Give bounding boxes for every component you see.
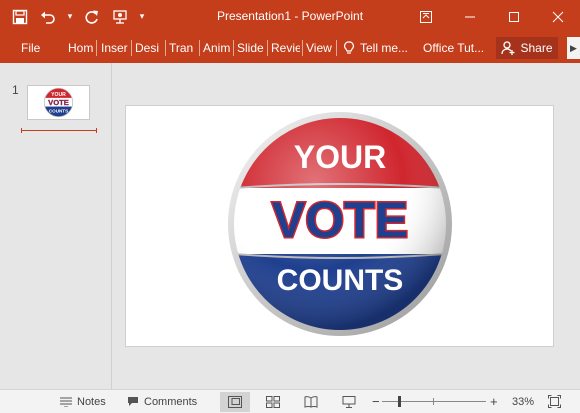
tab-separator xyxy=(233,40,234,56)
slide-show-button[interactable] xyxy=(334,392,364,412)
redo-icon[interactable] xyxy=(80,5,104,29)
zoom-in-button[interactable]: + xyxy=(490,390,498,413)
reading-view-icon xyxy=(304,396,318,408)
from-beginning-icon[interactable] xyxy=(108,5,132,29)
ribbon-expand-icon[interactable]: ▶ xyxy=(567,37,580,59)
tab-separator xyxy=(131,40,132,56)
tab-file[interactable]: File xyxy=(21,33,43,63)
tab-slide-show[interactable]: Slide xyxy=(237,33,265,63)
svg-text:YOUR: YOUR xyxy=(51,92,66,98)
zoom-slider-midmark xyxy=(433,398,434,405)
notes-label: Notes xyxy=(77,395,106,408)
comments-button[interactable]: Comments xyxy=(127,390,197,413)
share-button[interactable]: Share xyxy=(496,37,558,59)
slide-number: 1 xyxy=(12,83,19,97)
slide-thumbnail-pane: 1 YOUR VOTE COUNTS xyxy=(0,63,112,389)
window-controls xyxy=(404,0,580,33)
close-icon[interactable] xyxy=(536,0,580,33)
undo-icon[interactable] xyxy=(36,5,60,29)
badge-text-counts: COUNTS xyxy=(277,264,404,297)
tab-separator xyxy=(199,40,200,56)
quick-access-toolbar: ▾ ▾ xyxy=(8,0,148,33)
slide-sorter-button[interactable] xyxy=(258,392,288,412)
zoom-out-button[interactable]: − xyxy=(372,390,380,413)
badge-text-your: YOUR xyxy=(294,139,386,175)
tab-separator xyxy=(96,40,97,56)
ribbon-display-options-icon[interactable] xyxy=(404,0,448,33)
svg-text:VOTE: VOTE xyxy=(48,98,69,107)
slide-show-icon xyxy=(342,396,356,408)
tell-me-label: Tell me... xyxy=(360,41,409,55)
slide-sorter-icon xyxy=(266,396,280,408)
status-bar: Notes Comments − + 33% xyxy=(0,389,580,413)
tell-me-box[interactable]: Tell me... xyxy=(343,33,408,63)
tab-separator xyxy=(267,40,268,56)
tab-design[interactable]: Desi xyxy=(135,33,162,63)
tab-separator xyxy=(336,40,337,56)
vote-badge-thumbnail: YOUR VOTE COUNTS xyxy=(43,87,74,118)
tab-home[interactable]: Hom xyxy=(68,33,93,63)
comment-icon xyxy=(128,397,138,406)
slide-thumbnail[interactable]: YOUR VOTE COUNTS xyxy=(27,85,90,120)
tab-animations[interactable]: Anim xyxy=(203,33,231,63)
lightbulb-icon xyxy=(344,41,354,54)
comments-label: Comments xyxy=(144,395,198,408)
title-bar: ▾ ▾ Presentation1 - PowerPoint xyxy=(0,0,580,33)
tab-view[interactable]: View xyxy=(306,33,334,63)
reading-view-button[interactable] xyxy=(296,392,326,412)
tab-office-tut[interactable]: Office Tut... xyxy=(423,33,484,63)
maximize-icon[interactable] xyxy=(492,0,536,33)
tab-transitions[interactable]: Tran xyxy=(169,33,196,63)
notes-icon xyxy=(60,397,72,407)
svg-text:COUNTS: COUNTS xyxy=(49,108,68,113)
tab-separator xyxy=(302,40,303,56)
customize-qat-icon[interactable]: ▾ xyxy=(136,11,148,22)
normal-view-button[interactable] xyxy=(220,392,250,412)
undo-dropdown-icon[interactable]: ▾ xyxy=(64,11,76,22)
slide-edit-area: YOUR VOTE COUNTS xyxy=(113,63,580,389)
vote-badge-image[interactable]: YOUR VOTE COUNTS xyxy=(222,106,458,342)
fit-to-window-icon xyxy=(548,395,561,408)
tab-insert[interactable]: Inser xyxy=(101,33,129,63)
share-person-icon xyxy=(501,41,515,55)
slide-canvas[interactable]: YOUR VOTE COUNTS xyxy=(125,105,554,347)
ribbon-tabs: File Hom Inser Desi Tran Anim Slide Revi… xyxy=(0,33,580,63)
notes-button[interactable]: Notes xyxy=(60,390,106,413)
normal-view-icon xyxy=(228,396,242,408)
save-icon[interactable] xyxy=(8,5,32,29)
tab-separator xyxy=(165,40,166,56)
zoom-level[interactable]: 33% xyxy=(512,390,534,413)
zoom-slider-thumb[interactable] xyxy=(398,396,401,407)
share-label: Share xyxy=(520,41,553,55)
thumbnail-insertion-marker xyxy=(21,128,97,133)
fit-to-window-button[interactable] xyxy=(548,390,561,413)
badge-text-vote: VOTE xyxy=(272,192,408,248)
minimize-icon[interactable] xyxy=(448,0,492,33)
tab-review[interactable]: Revie xyxy=(271,33,300,63)
